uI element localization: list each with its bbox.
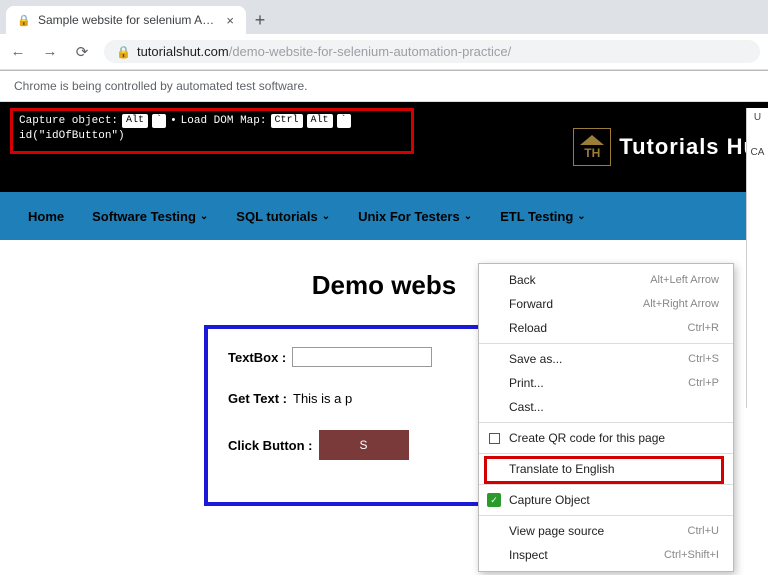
brand-text: Tutorials Hu (619, 134, 758, 160)
automation-infobar: Chrome is being controlled by automated … (0, 71, 768, 102)
infobar-text: Chrome is being controlled by automated … (14, 79, 307, 93)
context-menu: BackAlt+Left Arrow ForwardAlt+Right Arro… (478, 263, 734, 572)
menu-save-as[interactable]: Save as...Ctrl+S (479, 347, 733, 371)
menu-forward[interactable]: ForwardAlt+Right Arrow (479, 292, 733, 316)
tab-title: Sample website for selenium Au... (38, 13, 218, 27)
capture-extension-icon: ✓ (487, 493, 501, 507)
menu-inspect[interactable]: InspectCtrl+Shift+I (479, 543, 733, 567)
menu-reload[interactable]: ReloadCtrl+R (479, 316, 733, 340)
alt-key: Alt (122, 114, 148, 128)
chevron-down-icon: ⌄ (464, 211, 472, 222)
page-title: Demo webs (312, 270, 457, 301)
bullet: • (170, 115, 177, 127)
nav-home[interactable]: Home (28, 209, 64, 224)
menu-separator (479, 515, 733, 516)
logo-th-text: TH (584, 146, 600, 160)
nav-software-testing[interactable]: Software Testing⌄ (92, 209, 208, 224)
menu-print[interactable]: Print...Ctrl+P (479, 371, 733, 395)
load-dom-label: Load DOM Map: (181, 115, 267, 127)
reload-button[interactable]: ⟳ (72, 42, 92, 62)
qr-icon (487, 431, 501, 445)
new-tab-button[interactable]: + (246, 6, 274, 34)
backtick-key-2: ` (337, 114, 351, 128)
gettext-value: This is a p (293, 391, 352, 406)
menu-separator (479, 343, 733, 344)
textbox-input[interactable] (292, 347, 432, 367)
favicon-icon: 🔒 (16, 12, 32, 28)
nav-etl-testing[interactable]: ETL Testing⌄ (500, 209, 586, 224)
close-tab-icon[interactable]: × (224, 13, 236, 28)
menu-separator (479, 453, 733, 454)
menu-create-qr[interactable]: Create QR code for this page (479, 426, 733, 450)
menu-translate[interactable]: Translate to English (479, 457, 733, 481)
address-bar[interactable]: 🔒 tutorialshut.com/demo-website-for-sele… (104, 40, 760, 63)
clickbutton-label: Click Button : (228, 438, 313, 453)
browser-chrome: 🔒 Sample website for selenium Au... × + … (0, 0, 768, 71)
menu-capture-object[interactable]: ✓Capture Object (479, 488, 733, 512)
nav-unix-for-testers[interactable]: Unix For Testers⌄ (358, 209, 472, 224)
menu-back[interactable]: BackAlt+Left Arrow (479, 268, 733, 292)
lock-icon: 🔒 (116, 45, 131, 59)
locator-text: id("idOfButton") (19, 130, 405, 142)
extensions-side-panel: U CA (746, 108, 768, 408)
capture-object-label: Capture object: (19, 115, 118, 127)
ctrl-key: Ctrl (271, 114, 303, 128)
side-u: U (754, 112, 761, 123)
browser-tab[interactable]: 🔒 Sample website for selenium Au... × (6, 6, 246, 34)
menu-cast[interactable]: Cast... (479, 395, 733, 419)
alt-key-2: Alt (307, 114, 333, 128)
chevron-down-icon: ⌄ (200, 211, 208, 222)
menu-separator (479, 422, 733, 423)
back-button[interactable]: ← (8, 42, 28, 62)
url-text: tutorialshut.com/demo-website-for-seleni… (137, 44, 511, 59)
tab-bar: 🔒 Sample website for selenium Au... × + (0, 0, 768, 34)
backtick-key: ` (152, 114, 166, 128)
chevron-down-icon: ⌄ (577, 211, 585, 222)
nav-sql-tutorials[interactable]: SQL tutorials⌄ (236, 209, 330, 224)
side-ca: CA (751, 147, 765, 158)
gettext-label: Get Text : (228, 391, 287, 406)
logo-triangle-icon (580, 135, 604, 145)
menu-separator (479, 484, 733, 485)
forward-button[interactable]: → (40, 42, 60, 62)
textbox-label: TextBox : (228, 350, 286, 365)
browser-toolbar: ← → ⟳ 🔒 tutorialshut.com/demo-website-fo… (0, 34, 768, 70)
main-nav: Home Software Testing⌄ SQL tutorials⌄ Un… (0, 192, 768, 240)
capture-bar: Capture object: Alt ` • Load DOM Map: Ct… (13, 111, 411, 151)
menu-view-source[interactable]: View page sourceCtrl+U (479, 519, 733, 543)
chevron-down-icon: ⌄ (322, 211, 330, 222)
click-button[interactable]: S (319, 430, 409, 460)
logo-badge: TH (573, 128, 611, 166)
